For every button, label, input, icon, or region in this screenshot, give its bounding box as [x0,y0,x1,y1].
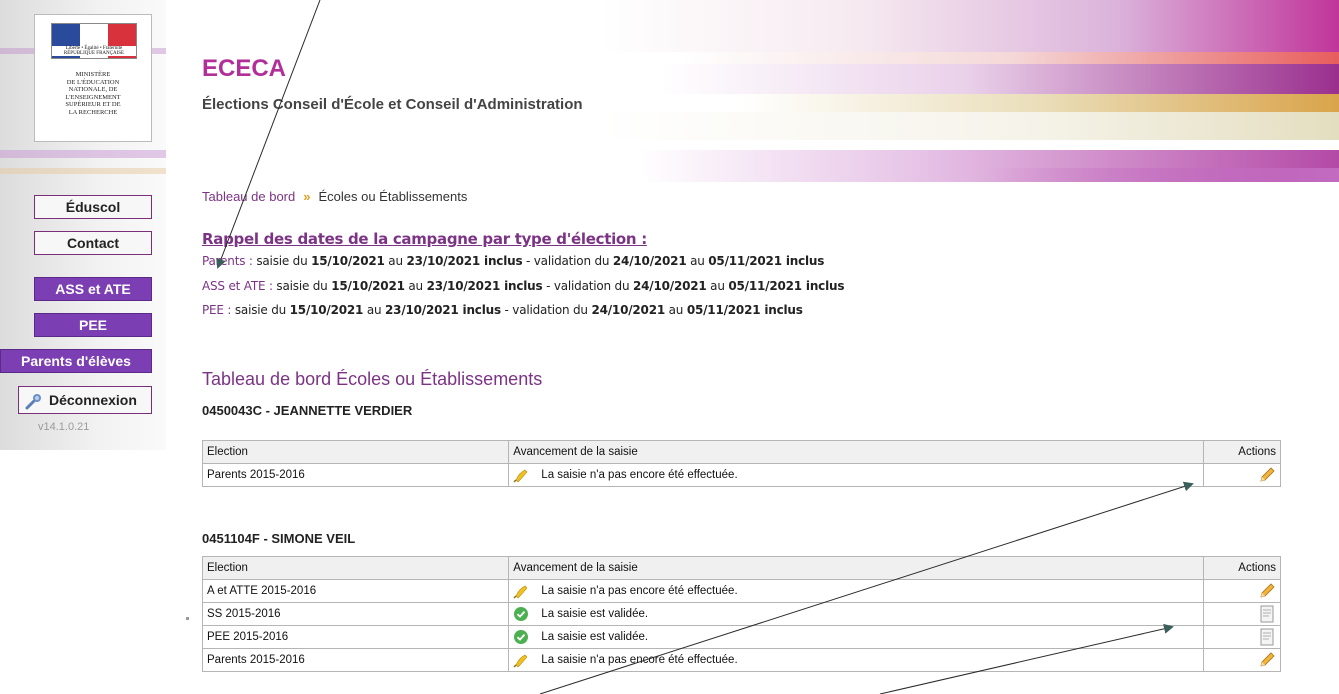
logout-label: Déconnexion [49,392,137,408]
dashboard-title: Tableau de bord Écoles ou Établissements [202,369,543,389]
table-header-row: Election Avancement de la saisie Actions [201,556,1282,580]
school-title: 0450043C - JEANNETTE VERDIER [202,403,413,418]
pencil-icon[interactable] [1258,651,1276,669]
header-decoration-lower-accent [985,168,1339,182]
nav-ass-ate-button[interactable]: ASS et ATE [34,277,152,301]
table-row: Parents 2015-2016 La saisie n'a pas enco… [201,463,1282,487]
app-title: ECECA [202,55,287,82]
breadcrumb-current: Écoles ou Établissements [318,189,468,204]
pipette-icon [25,392,43,410]
status-cell: La saisie est validée. [508,602,1204,626]
column-actions: Actions [1202,556,1282,580]
pencil-icon[interactable] [1258,582,1276,600]
action-cell [1202,579,1282,603]
broom-icon [513,467,529,483]
check-icon [513,629,529,645]
document-icon[interactable] [1258,628,1276,646]
status-cell: La saisie est validée. [508,625,1204,649]
reminder-title: Rappel des dates de la campagne par type… [202,230,647,248]
reminder-line-parents: Parents : saisie du 15/10/2021 au 23/10/… [202,254,825,268]
table-header-row: Election Avancement de la saisie Actions [201,440,1282,464]
republic-text: Liberté • Égalité • Fraternité RÉPUBLIQU… [52,46,136,56]
broom-icon [513,652,529,668]
table-row: A et ATTE 2015-2016 La saisie n'a pas en… [201,579,1282,603]
column-election: Election [201,556,510,580]
reminder-line-ass-ate: ASS et ATE : saisie du 15/10/2021 au 23/… [202,279,845,293]
breadcrumb-root-link[interactable]: Tableau de bord [202,189,295,204]
election-name: PEE 2015-2016 [201,625,510,649]
nav-contact-button[interactable]: Contact [34,231,152,255]
reminder-line-pee: PEE : saisie du 15/10/2021 au 23/10/2021… [202,303,803,317]
column-progress: Avancement de la saisie [508,556,1204,580]
action-cell [1202,463,1282,487]
pencil-icon[interactable] [1258,466,1276,484]
annotation-arrow [216,0,321,269]
table-row: SS 2015-2016 La saisie est validée. [201,602,1282,626]
logout-button[interactable]: Déconnexion [18,386,152,414]
election-name: SS 2015-2016 [201,602,510,626]
republic-flag-icon: Liberté • Égalité • Fraternité RÉPUBLIQU… [51,23,137,59]
document-icon[interactable] [1258,605,1276,623]
election-name: Parents 2015-2016 [201,463,510,487]
broom-icon [513,583,529,599]
election-table: Election Avancement de la saisie Actions… [201,440,1282,487]
column-actions: Actions [1202,440,1282,464]
check-icon [513,606,529,622]
version-label: v14.1.0.21 [38,421,90,433]
ministry-logo: Liberté • Égalité • Fraternité RÉPUBLIQU… [34,14,152,142]
election-name: A et ATTE 2015-2016 [201,579,510,603]
action-cell [1202,648,1282,672]
nav-pee-button[interactable]: PEE [34,313,152,337]
column-progress: Avancement de la saisie [508,440,1204,464]
table-row: Parents 2015-2016 La saisie n'a pas enco… [201,648,1282,672]
status-cell: La saisie n'a pas encore été effectuée. [508,463,1204,487]
status-cell: La saisie n'a pas encore été effectuée. [508,648,1204,672]
nav-parents-button[interactable]: Parents d'élèves [0,349,152,373]
school-title: 0451104F - SIMONE VEIL [202,531,356,546]
ministry-name: MINISTÈRE DE L'ÉDUCATION NATIONALE, DE L… [65,71,121,116]
breadcrumb-separator-icon: » [303,189,311,204]
column-election: Election [201,440,510,464]
status-cell: La saisie n'a pas encore été effectuée. [508,579,1204,603]
breadcrumb: Tableau de bord » Écoles ou Établissements [202,189,467,204]
header-decoration [600,0,1339,140]
table-row: PEE 2015-2016 La saisie est validée. [201,625,1282,649]
action-cell [1202,625,1282,649]
nav-eduscol-button[interactable]: Éduscol [34,195,152,219]
election-table: Election Avancement de la saisie Actions… [201,556,1282,672]
election-name: Parents 2015-2016 [201,648,510,672]
action-cell [1202,602,1282,626]
stray-mark [186,617,189,620]
app-subtitle: Élections Conseil d'École et Conseil d'A… [202,96,583,113]
